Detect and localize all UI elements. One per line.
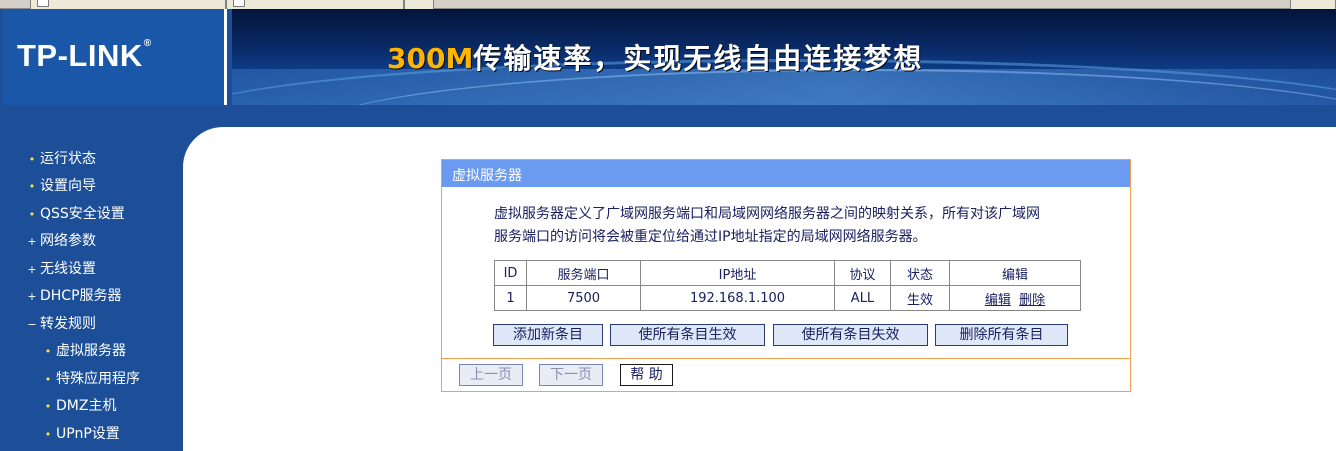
cell-id: 1 [494,285,527,311]
enable-all-button[interactable]: 使所有条目生效 [610,324,765,346]
cell-ip: 192.168.1.100 [640,285,835,311]
col-header-status: 状态 [890,260,950,286]
browser-tab[interactable] [404,0,434,9]
panel-title: 虚拟服务器 [442,160,1130,187]
header-band [0,105,1336,127]
delete-all-button[interactable]: 删除所有条目 [935,324,1068,346]
next-page-button[interactable]: 下一页 [539,364,603,386]
logo-area: TP-LINK® [3,9,227,105]
content-corner [183,127,223,167]
sidebar-item-status[interactable]: • 运行状态 [24,148,96,167]
cell-status: 生效 [890,285,950,311]
divider [442,358,1130,359]
page-icon [37,0,49,7]
col-header-protocol: 协议 [834,260,891,286]
sidebar-item-forwarding[interactable]: − 转发规则 [24,313,96,332]
virtual-server-table: ID 服务端口 IP地址 协议 状态 编辑 1 7500 192.168.1.1… [494,260,1081,311]
panel-description: 虚拟服务器定义了广域网服务端口和局域网网络服务器之间的映射关系，所有对该广域网 … [494,206,1040,245]
edit-link[interactable]: 编辑 [985,293,1011,308]
help-button[interactable]: 帮 助 [620,364,673,386]
sidebar-item-virtual-server[interactable]: • 虚拟服务器 [40,340,126,359]
sidebar-item-network[interactable]: + 网络参数 [24,230,96,249]
disable-all-button[interactable]: 使所有条目失效 [773,324,928,346]
sidebar-item-special-apps[interactable]: • 特殊应用程序 [40,368,140,387]
col-header-edit: 编辑 [949,260,1081,286]
browser-tab[interactable] [226,0,404,9]
col-header-ip: IP地址 [640,260,835,286]
page-icon [233,0,245,7]
browser-tab[interactable] [1290,0,1336,9]
prev-page-button[interactable]: 上一页 [459,364,523,386]
sidebar-item-qss[interactable]: • QSS安全设置 [24,203,125,222]
sidebar-item-wireless[interactable]: + 无线设置 [24,258,96,277]
delete-link[interactable]: 删除 [1019,293,1045,308]
add-entry-button[interactable]: 添加新条目 [493,324,603,346]
cell-port: 7500 [526,285,641,311]
table-row: 1 7500 192.168.1.100 ALL 生效 编辑 删除 [494,285,1081,311]
browser-tab[interactable] [30,0,226,9]
col-header-id: ID [494,260,527,286]
sidebar-item-upnp[interactable]: • UPnP设置 [40,423,120,442]
virtual-server-panel: 虚拟服务器 虚拟服务器定义了广域网服务端口和局域网网络服务器之间的映射关系，所有… [441,159,1131,392]
banner-slogan: 300M传输速率，实现无线自由连接梦想 [387,42,924,75]
col-header-port: 服务端口 [526,260,641,286]
browser-tab-strip [0,0,1336,9]
sidebar-item-dhcp[interactable]: + DHCP服务器 [24,285,121,304]
sidebar-item-dmz[interactable]: • DMZ主机 [40,395,117,414]
sidebar-item-setup-wizard[interactable]: • 设置向导 [24,175,96,194]
tp-link-logo: TP-LINK® [17,38,152,73]
cell-protocol: ALL [834,285,891,311]
table-header-row: ID 服务端口 IP地址 协议 状态 编辑 [494,260,1081,286]
router-header: TP-LINK® 300M传输速率，实现无线自由连接梦想 [0,9,1336,105]
cell-edit: 编辑 删除 [949,285,1081,311]
banner: 300M传输速率，实现无线自由连接梦想 [232,9,1336,105]
sidebar-nav: • 运行状态 • 设置向导 • QSS安全设置 + 网络参数 + 无线设置 + DHCP服务… [0,127,183,451]
